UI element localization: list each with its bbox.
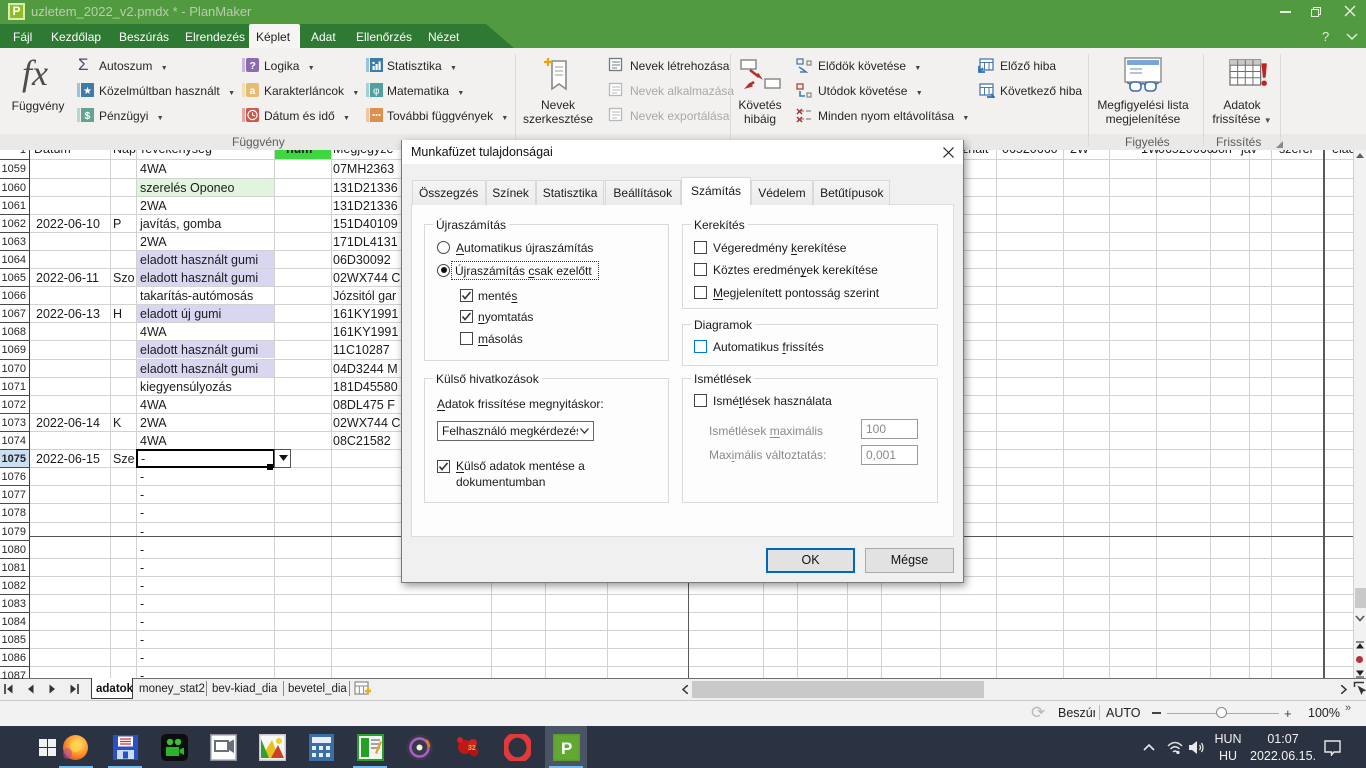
svg-text:φ: φ (373, 86, 380, 97)
svg-text:?: ? (250, 60, 256, 72)
svg-text:$: $ (85, 110, 91, 122)
svg-text:32: 32 (468, 745, 476, 752)
svg-text:★: ★ (83, 86, 92, 97)
svg-text:P: P (561, 739, 572, 758)
svg-text:a: a (250, 85, 256, 97)
